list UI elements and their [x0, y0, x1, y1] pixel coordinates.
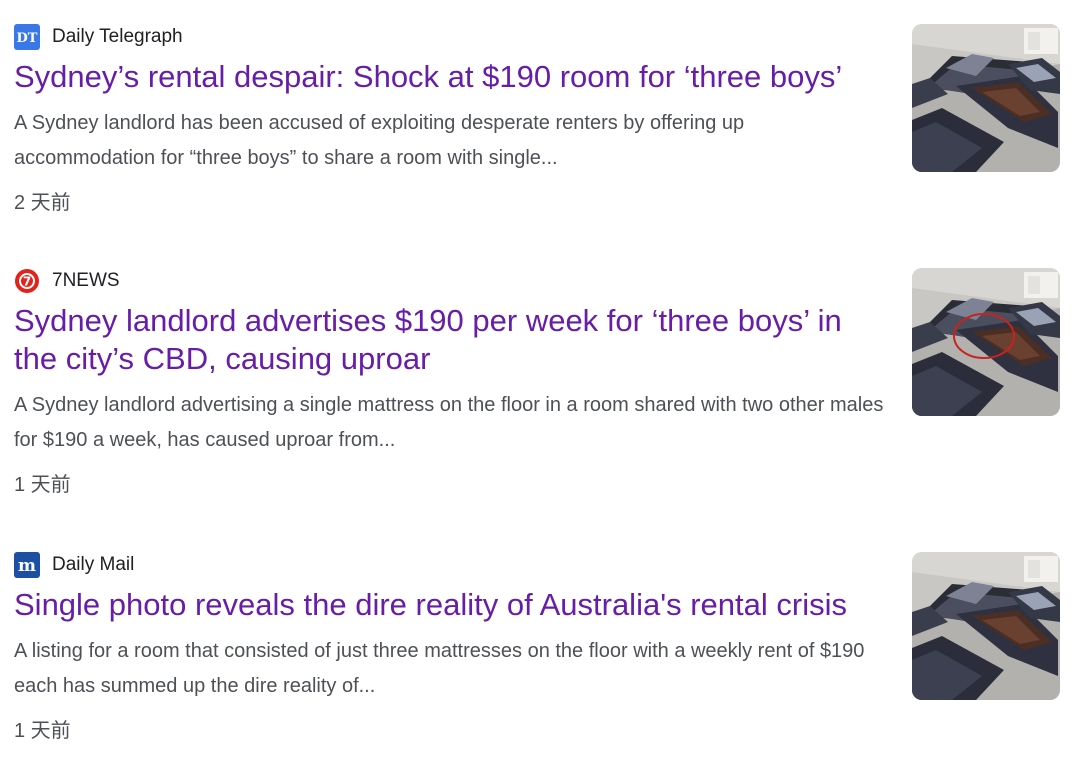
- source-name[interactable]: 7NEWS: [52, 270, 120, 292]
- source-row: DT Daily Telegraph: [14, 22, 1060, 52]
- source-name[interactable]: Daily Mail: [52, 554, 134, 576]
- article-thumbnail[interactable]: [912, 552, 1060, 700]
- article-snippet: A Sydney landlord advertising a single m…: [14, 394, 884, 451]
- article-headline-link[interactable]: Sydney’s rental despair: Shock at $190 r…: [14, 58, 884, 96]
- daily-telegraph-logo-icon: DT: [14, 24, 40, 50]
- source-row: 7 7NEWS: [14, 266, 1060, 296]
- article-age: 1 天前: [14, 474, 71, 496]
- article-headline-link[interactable]: Sydney landlord advertises $190 per week…: [14, 302, 884, 378]
- source-row: m Daily Mail: [14, 550, 1060, 580]
- article-headline-link[interactable]: Single photo reveals the dire reality of…: [14, 586, 884, 624]
- mattresses-on-floor-photo: [912, 24, 1060, 172]
- article-age: 1 天前: [14, 720, 71, 742]
- mattresses-on-floor-circled-photo: [912, 268, 1060, 416]
- article-thumbnail[interactable]: [912, 268, 1060, 416]
- mattresses-on-floor-photo: [912, 552, 1060, 700]
- article-thumbnail[interactable]: [912, 24, 1060, 172]
- news-article: 7 7NEWS Sydney landlord advertises $190 …: [14, 266, 1060, 496]
- source-name[interactable]: Daily Telegraph: [52, 26, 183, 48]
- article-snippet: A listing for a room that consisted of j…: [14, 640, 865, 697]
- 7news-logo-icon: 7: [14, 268, 40, 294]
- article-snippet: A Sydney landlord has been accused of ex…: [14, 112, 745, 169]
- article-age: 2 天前: [14, 192, 71, 214]
- svg-text:m: m: [18, 556, 36, 576]
- daily-mail-logo-icon: m: [14, 552, 40, 578]
- svg-text:DT: DT: [17, 31, 38, 46]
- svg-text:7: 7: [23, 275, 31, 289]
- news-article: m Daily Mail Single photo reveals the di…: [14, 550, 1060, 750]
- news-article: DT Daily Telegraph Sydney’s rental despa…: [14, 22, 1060, 222]
